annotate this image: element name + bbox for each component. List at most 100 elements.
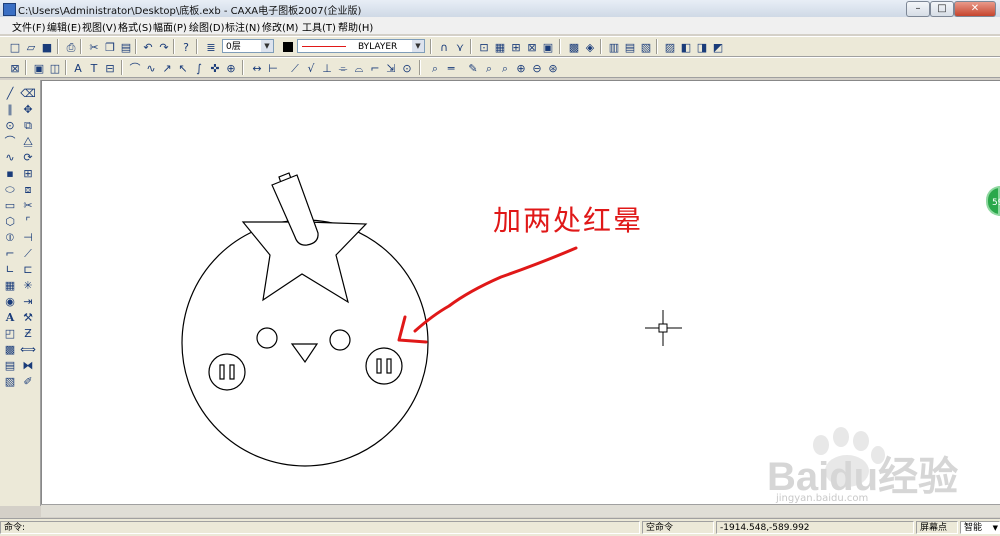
text-style-icon[interactable]: A	[70, 60, 86, 76]
object-link-icon[interactable]: ◧	[678, 39, 694, 55]
screen-icon[interactable]: ▣	[31, 60, 47, 76]
line-draw-icon[interactable]: ⌒	[127, 60, 143, 76]
command-input-area[interactable]	[41, 504, 1000, 517]
linetype-select[interactable]: BYLAYER ▼	[297, 39, 425, 53]
parallel-line-icon[interactable]: ∥	[3, 102, 17, 116]
menu-view[interactable]: 视图(V)	[82, 19, 117, 34]
circle-icon[interactable]: ⊙	[3, 118, 17, 132]
print-icon[interactable]: ⎙	[63, 39, 79, 55]
dimension-icon[interactable]: ↔	[249, 60, 265, 76]
pencil-icon[interactable]: ✎	[465, 60, 481, 76]
sheet-setup-icon[interactable]: ▣	[540, 39, 556, 55]
object-edit-icon[interactable]: ◨	[694, 39, 710, 55]
drawing-manager-icon[interactable]: ⊠	[7, 60, 23, 76]
title-block-icon[interactable]: ▦	[492, 39, 508, 55]
hole-axis-icon[interactable]: ⊕	[223, 60, 239, 76]
chamfer-icon[interactable]: ∟	[3, 262, 17, 276]
cut-icon[interactable]: ✂	[86, 39, 102, 55]
break-icon[interactable]: ⟋	[21, 246, 35, 260]
menu-sheet[interactable]: 幅面(P)	[153, 19, 187, 34]
extend-icon[interactable]: ⊣	[21, 230, 35, 244]
menu-help[interactable]: 帮助(H)	[338, 19, 373, 34]
text-block-icon[interactable]: T	[86, 60, 102, 76]
ellipse-icon[interactable]: ⬭	[3, 182, 17, 196]
spline-icon[interactable]: ∫	[191, 60, 207, 76]
menu-tools[interactable]: 工具(T)	[302, 19, 336, 34]
save-icon[interactable]: ■	[39, 39, 55, 55]
paste-icon[interactable]: ▤	[118, 39, 134, 55]
block-icon[interactable]: ◰	[3, 326, 17, 340]
layer-select[interactable]: 0层 ▼	[222, 39, 274, 53]
block-create-icon[interactable]: ▩	[566, 39, 582, 55]
new-file-icon[interactable]: □	[7, 39, 23, 55]
zoom-all-icon[interactable]: ⊛	[545, 60, 561, 76]
scale-icon[interactable]: ⧈	[21, 182, 35, 196]
align-icon[interactable]: ⇥	[21, 294, 35, 308]
arrow-tool-icon[interactable]: ↖	[175, 60, 191, 76]
array-icon[interactable]: ⊞	[21, 166, 35, 180]
view-arrow-icon[interactable]: ⇲	[383, 60, 399, 76]
broken-line-icon[interactable]: ↗	[159, 60, 175, 76]
object-insert-icon[interactable]: ▨	[662, 39, 678, 55]
rotate-icon[interactable]: ⟳	[21, 150, 35, 164]
undo-icon[interactable]: ↶	[140, 39, 156, 55]
menu-edit[interactable]: 编辑(E)	[47, 19, 81, 34]
equidistant-line-icon[interactable]: ⌐	[3, 246, 17, 260]
library-change-icon[interactable]: ▧	[638, 39, 654, 55]
object-properties-icon[interactable]: ◩	[710, 39, 726, 55]
rectangle-icon[interactable]: ▭	[3, 198, 17, 212]
offset-icon[interactable]: ⟺	[20, 342, 36, 356]
image-icon[interactable]: ▩	[3, 342, 17, 356]
zoom-in-icon[interactable]: ⊕	[513, 60, 529, 76]
eraser-icon[interactable]: ⌫	[20, 86, 36, 100]
trim-icon[interactable]: ✂	[21, 198, 35, 212]
block-insert-icon[interactable]: ◈	[582, 39, 598, 55]
smart-mode-select[interactable]: 智能 ▼	[960, 521, 1000, 534]
explode-icon[interactable]: ✳	[21, 278, 35, 292]
layer-icon[interactable]: ≣	[203, 39, 219, 55]
zoom-dynamic-icon[interactable]: ⌕	[481, 60, 497, 76]
arc-icon[interactable]: ⌒	[3, 134, 17, 148]
redo-icon[interactable]: ↷	[156, 39, 172, 55]
menu-format[interactable]: 格式(S)	[118, 19, 152, 34]
menu-modify[interactable]: 修改(M)	[262, 19, 298, 34]
open-file-icon[interactable]: ▱	[23, 39, 39, 55]
roughness-icon[interactable]: √	[303, 60, 319, 76]
zoom-out-icon[interactable]: ⊖	[529, 60, 545, 76]
stretch-icon[interactable]: ⊏	[21, 262, 35, 276]
maximize-button[interactable]: □	[930, 1, 954, 17]
drawing-canvas[interactable]: 加两处红晕 Baidu经验 jingyan.baidu.com	[41, 80, 1000, 505]
zoom-window-icon[interactable]: ⌕	[427, 60, 443, 76]
window-icon[interactable]: ◫	[47, 60, 63, 76]
center-line-icon[interactable]: ✜	[207, 60, 223, 76]
wave-line-icon[interactable]: ∿	[143, 60, 159, 76]
frame-icon[interactable]: ⊡	[476, 39, 492, 55]
text-icon[interactable]: A	[3, 310, 17, 324]
attribute-icon[interactable]: ▧	[3, 374, 17, 388]
zoom-previous-icon[interactable]: ⌕	[497, 60, 513, 76]
dimension-style-icon[interactable]: ⊟	[102, 60, 118, 76]
minimize-button[interactable]: –	[906, 1, 930, 17]
point-icon[interactable]: ▪	[3, 166, 17, 180]
polygon-icon[interactable]: ⬡	[3, 214, 17, 228]
parts-list-icon[interactable]: ⊞	[508, 39, 524, 55]
zoom-pan-icon[interactable]: ═	[443, 60, 459, 76]
edit-tool-icon[interactable]: ✐	[21, 374, 35, 388]
fill-icon[interactable]: ◉	[3, 294, 17, 308]
center-hole-icon[interactable]: ⊙	[399, 60, 415, 76]
color-swatch-icon[interactable]	[280, 39, 296, 55]
library-manage-icon[interactable]: ▤	[622, 39, 638, 55]
datum-icon[interactable]: ⊥	[319, 60, 335, 76]
property-tool-icon[interactable]: ∩	[436, 39, 452, 55]
spline-icon[interactable]: ∿	[3, 150, 17, 164]
section-symbol-icon[interactable]: ⌐	[367, 60, 383, 76]
menu-dimension[interactable]: 标注(N)	[225, 19, 260, 34]
library-icon[interactable]: ▥	[606, 39, 622, 55]
format-brush-icon[interactable]: ⚒	[21, 310, 35, 324]
move-icon[interactable]: ✥	[21, 102, 35, 116]
group-icon[interactable]: ⧓	[21, 358, 35, 372]
hatch-icon[interactable]: ▦	[3, 278, 17, 292]
sequence-icon[interactable]: ⊠	[524, 39, 540, 55]
table-icon[interactable]: ▤	[3, 358, 17, 372]
close-button[interactable]: ✕	[954, 1, 996, 17]
